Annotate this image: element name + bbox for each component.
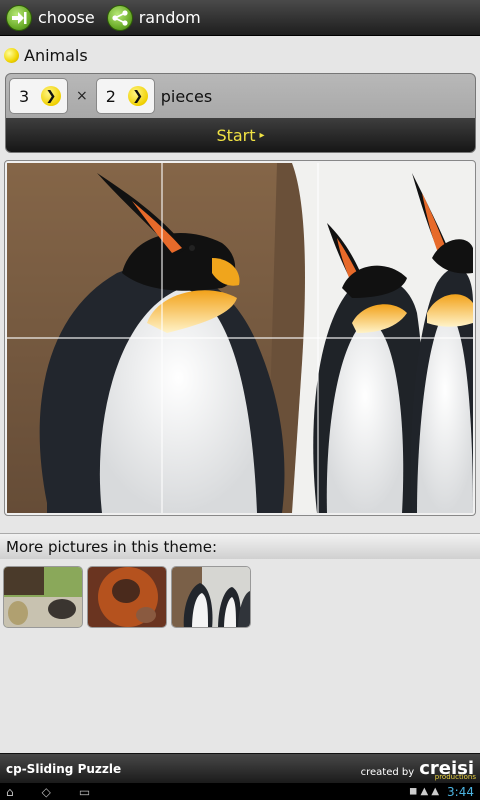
system-nav-bar: ⌂ ◇ ▭ ◼ ▲ ▲ 3:44	[0, 783, 480, 800]
back-icon[interactable]: ⌂	[6, 785, 14, 799]
top-toolbar: choose random	[0, 0, 480, 36]
arrow-in-icon	[6, 4, 32, 31]
more-pictures-label: More pictures in this theme:	[6, 537, 218, 556]
rows-stepper[interactable]: 2 ❯	[95, 78, 155, 114]
random-label: random	[138, 8, 201, 27]
start-button[interactable]: Start ▸	[6, 118, 475, 152]
pieces-label: pieces	[160, 86, 213, 106]
rows-value: 2	[105, 86, 116, 106]
thumbnail-hedgehog[interactable]	[3, 566, 83, 628]
thumbnail-penguins[interactable]	[171, 566, 251, 628]
columns-stepper[interactable]: 3 ❯	[9, 78, 68, 114]
puzzle-board[interactable]	[4, 160, 476, 516]
chevron-right-icon[interactable]: ❯	[41, 86, 61, 106]
creisi-logo: creisi productions	[419, 759, 476, 781]
columns-value: 3	[19, 86, 30, 106]
start-label: Start	[216, 126, 256, 145]
recents-icon[interactable]: ▭	[79, 785, 90, 799]
status-icons: ◼ ▲ ▲	[409, 786, 440, 797]
puzzle-image	[7, 163, 473, 513]
theme-selector[interactable]: Animals	[4, 43, 88, 67]
size-row: 3 ❯ × 2 ❯ pieces	[6, 74, 475, 118]
chevron-right-icon[interactable]: ❯	[127, 86, 148, 106]
status-area: ◼ ▲ ▲ 3:44	[409, 785, 474, 799]
random-button[interactable]: random	[101, 0, 207, 36]
times-sign: ×	[76, 88, 88, 104]
puzzle-config-panel: 3 ❯ × 2 ❯ pieces Start ▸	[5, 73, 476, 153]
app-footer: cp-Sliding Puzzle created by creisi prod…	[0, 753, 480, 783]
thumbnail-strip	[3, 566, 251, 628]
theme-label: Animals	[24, 45, 88, 65]
bullet-icon	[4, 47, 19, 63]
thumbnail-orangutan[interactable]	[87, 566, 167, 628]
home-icon[interactable]: ◇	[42, 785, 51, 799]
play-arrow-icon: ▸	[259, 130, 265, 141]
more-pictures-header: More pictures in this theme:	[0, 533, 480, 559]
created-by-label: created by	[360, 766, 415, 778]
credit[interactable]: created by creisi productions	[360, 759, 476, 781]
app-name: cp-Sliding Puzzle	[6, 761, 122, 776]
choose-button[interactable]: choose	[0, 0, 101, 36]
choose-label: choose	[38, 8, 95, 27]
clock: 3:44	[447, 784, 474, 799]
share-icon	[106, 4, 133, 31]
